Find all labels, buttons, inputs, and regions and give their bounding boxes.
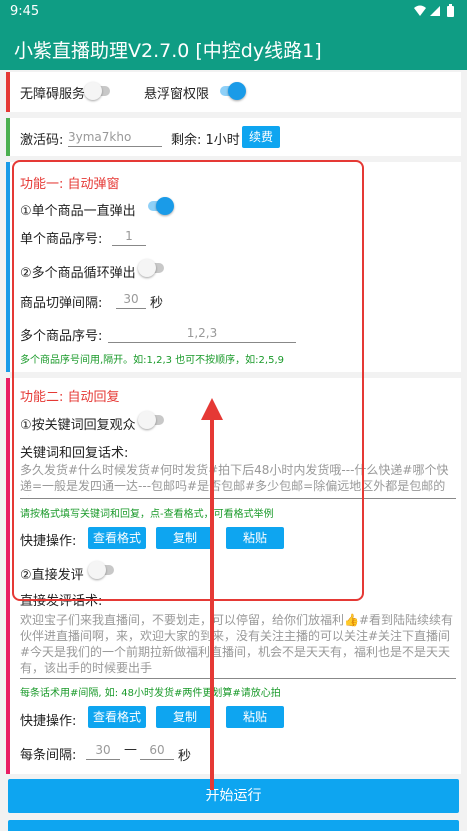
interval-unit: 秒 bbox=[150, 296, 164, 311]
direct-script-label: 直接发评话术: bbox=[20, 594, 103, 609]
overlay-permission-label: 悬浮窗权限 bbox=[144, 87, 210, 102]
comment-interval-min[interactable]: 30 bbox=[86, 742, 120, 760]
status-bar: 9:45 bbox=[0, 0, 467, 24]
feature2-title: 功能二: 自动回复 bbox=[20, 390, 120, 405]
feature1-title: 功能一: 自动弹窗 bbox=[20, 177, 120, 192]
remaining-label-text: 剩余: bbox=[171, 133, 202, 148]
view-format-button-2[interactable]: 查看格式 bbox=[88, 706, 146, 728]
app-title: 小紫直播助理V2.7.0 [中控dy线路1] bbox=[14, 40, 322, 62]
app-bar: 小紫直播助理V2.7.0 [中控dy线路1] bbox=[0, 24, 467, 70]
keywords-textarea[interactable]: 多久发货#什么时候发货#何时发货#拍下后48小时内发货哦---什么快递#哪个快递… bbox=[20, 462, 456, 496]
view-format-button[interactable]: 查看格式 bbox=[88, 527, 146, 549]
interval-input[interactable]: 30 bbox=[116, 291, 146, 309]
comment-interval-max[interactable]: 60 bbox=[140, 742, 174, 760]
status-time: 9:45 bbox=[10, 4, 40, 19]
keywords-hint: 请按格式填写关键词和回复，点-查看格式，可看格式举例 bbox=[20, 509, 274, 520]
remaining-label: 剩余: 1小时 bbox=[171, 129, 240, 148]
keyword-reply-label: ①按关键词回复观众 bbox=[20, 418, 136, 433]
single-index-input[interactable]: 1 bbox=[112, 228, 146, 246]
accessibility-toggle[interactable] bbox=[84, 82, 112, 100]
card-stripe bbox=[6, 162, 10, 372]
keywords-label: 关键词和回复话术: bbox=[20, 446, 129, 461]
activation-card: 激活码: 3yma7kho 剩余: 1小时 续费 bbox=[6, 118, 461, 156]
quick-ops-label-2: 快捷操作: bbox=[20, 714, 77, 729]
secondary-button[interactable] bbox=[8, 820, 459, 831]
single-product-label: ①单个商品一直弹出 bbox=[20, 204, 136, 219]
direct-script-hint: 每条话术用#间隔, 如: 48小时发货#两件更划算#请放心拍 bbox=[20, 688, 281, 699]
feature1-card: 功能一: 自动弹窗 ①单个商品一直弹出 单个商品序号: 1 ②多个商品循环弹出 … bbox=[6, 162, 461, 372]
activation-code-label: 激活码: bbox=[20, 133, 64, 148]
multi-index-hint: 多个商品序号间用,隔开。如:1,2,3 也可不按顺序，如:2,5,9 bbox=[20, 355, 284, 366]
comment-interval-unit: 秒 bbox=[178, 749, 192, 764]
activation-code-input[interactable]: 3yma7kho bbox=[68, 129, 162, 147]
direct-comment-toggle[interactable] bbox=[88, 561, 116, 579]
single-product-toggle[interactable] bbox=[146, 197, 174, 215]
permissions-card: 无障碍服务 悬浮窗权限 bbox=[6, 72, 461, 112]
direct-script-textarea[interactable]: 欢迎宝子们来我直播间，不要划走，可以停留，给你们放福利👍#看到陆陆续续有伙伴进直… bbox=[20, 612, 456, 676]
quick-ops-label: 快捷操作: bbox=[20, 534, 77, 549]
overlay-permission-toggle[interactable] bbox=[218, 82, 246, 100]
interval-label: 商品切弹间隔: bbox=[20, 296, 103, 311]
multi-product-toggle[interactable] bbox=[138, 259, 166, 277]
feature2-card: 功能二: 自动回复 ①按关键词回复观众 关键词和回复话术: 多久发货#什么时候发… bbox=[6, 378, 461, 774]
accessibility-label: 无障碍服务 bbox=[20, 87, 86, 102]
remaining-value: 1小时 bbox=[205, 133, 240, 148]
start-run-button[interactable]: 开始运行 bbox=[8, 779, 459, 813]
wifi-signal-battery-icon bbox=[414, 4, 454, 17]
keyword-reply-toggle[interactable] bbox=[138, 411, 166, 429]
keywords-underline bbox=[20, 498, 456, 499]
comment-interval-dash: — bbox=[124, 742, 137, 757]
direct-script-underline bbox=[20, 678, 456, 679]
paste-button[interactable]: 粘贴 bbox=[226, 527, 284, 549]
direct-comment-label: ②直接发评 bbox=[20, 568, 84, 583]
copy-button-2[interactable]: 复制 bbox=[156, 706, 214, 728]
card-stripe bbox=[6, 118, 10, 156]
status-icons bbox=[413, 4, 457, 22]
card-stripe bbox=[6, 378, 10, 774]
multi-index-label: 多个商品序号: bbox=[20, 329, 103, 344]
paste-button-2[interactable]: 粘贴 bbox=[226, 706, 284, 728]
multi-index-input[interactable]: 1,2,3 bbox=[108, 325, 296, 343]
comment-interval-label: 每条间隔: bbox=[20, 748, 77, 763]
multi-product-label: ②多个商品循环弹出 bbox=[20, 266, 136, 281]
copy-button[interactable]: 复制 bbox=[156, 527, 214, 549]
card-stripe bbox=[6, 72, 10, 112]
renew-button[interactable]: 续费 bbox=[242, 126, 280, 148]
single-index-label: 单个商品序号: bbox=[20, 232, 103, 247]
